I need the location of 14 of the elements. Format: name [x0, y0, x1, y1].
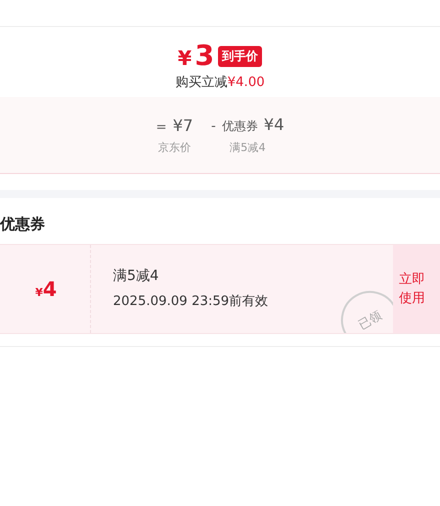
coupon-amount: ¥4 — [35, 277, 57, 301]
coupon-validity: 2025.09.09 23:59前有效 — [113, 293, 270, 310]
final-price: ¥3 — [178, 41, 214, 71]
term-caption: 满5减4 — [230, 140, 266, 155]
coupon-rule: 满5减4 — [113, 267, 160, 285]
term-name: 优惠券 — [222, 118, 258, 135]
discount-text: 购买立减¥4.00 — [175, 74, 265, 91]
use-now-button[interactable]: 立即使用 — [393, 245, 440, 333]
term-value: ¥7 — [172, 116, 194, 134]
price-tag: 到手价 — [218, 46, 262, 66]
term-caption: 京东价 — [158, 140, 191, 154]
term-value: ¥4 — [264, 115, 284, 134]
operator: - — [211, 119, 216, 134]
operator: = — [156, 120, 167, 134]
